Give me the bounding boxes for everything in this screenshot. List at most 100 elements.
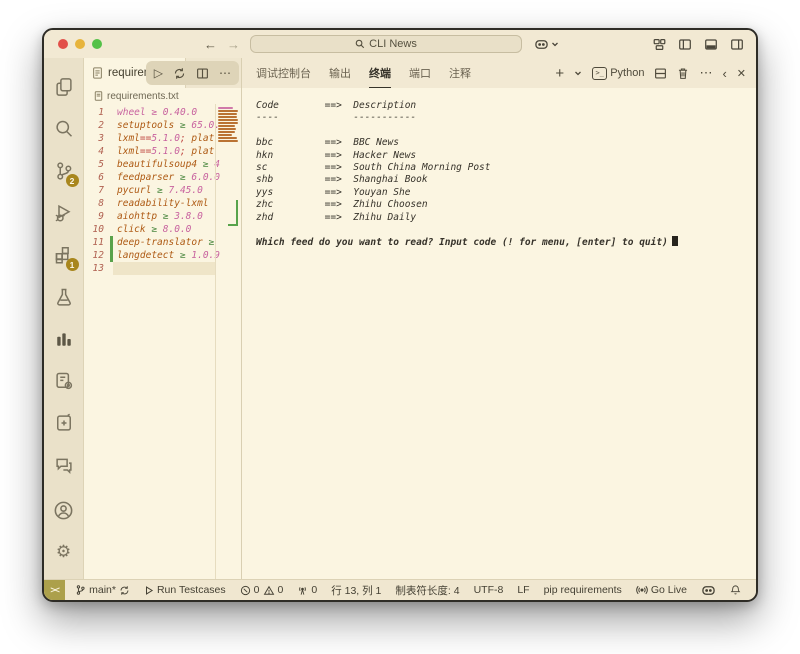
more-actions-button[interactable]: ⋯ xyxy=(219,66,231,80)
file-gear-icon xyxy=(54,371,74,391)
code-editor[interactable]: 1wheel ≥ 0.40.02setuptools ≥ 65.0.3lxml=… xyxy=(84,104,241,579)
chevron-down-icon xyxy=(551,40,559,48)
tab-terminal[interactable]: 终端 xyxy=(369,58,391,88)
tab-output[interactable]: 输出 xyxy=(329,58,351,88)
cursor-position-status[interactable]: 行 13, 列 1 xyxy=(324,583,388,598)
line-number[interactable]: 10 xyxy=(84,223,110,236)
navigate-forward-button[interactable]: → xyxy=(227,37,240,52)
chat-bubbles-icon xyxy=(54,455,74,475)
sidebar-item-extensions[interactable]: 1 xyxy=(44,234,84,276)
terminal-cursor xyxy=(672,236,678,246)
close-window-button[interactable] xyxy=(58,39,68,49)
breadcrumb[interactable]: requirements.txt xyxy=(84,88,241,104)
sidebar-item-file-add[interactable] xyxy=(44,402,84,444)
terminal-type-label: Python xyxy=(610,67,644,79)
vscode-window: ← → CLI News xyxy=(42,28,758,602)
run-loop-icon[interactable] xyxy=(173,67,186,80)
bell-icon xyxy=(730,584,741,596)
more-actions-button[interactable]: ⋯ xyxy=(699,65,712,81)
terminal-type-selector[interactable]: >_ Python xyxy=(592,67,644,80)
run-testcases-button[interactable]: Run Testcases xyxy=(137,584,233,596)
kill-terminal-trash-icon[interactable] xyxy=(677,67,689,80)
play-icon xyxy=(144,585,154,596)
copilot-status[interactable] xyxy=(694,584,723,597)
copilot-menu[interactable] xyxy=(534,38,559,51)
ports-count: 0 xyxy=(311,584,317,596)
sidebar-item-file-settings[interactable] xyxy=(44,360,84,402)
close-panel-button[interactable]: ✕ xyxy=(737,67,746,80)
line-number[interactable]: 4 xyxy=(84,145,110,158)
file-plus-icon xyxy=(54,413,74,433)
error-icon xyxy=(240,585,251,596)
chevron-down-icon[interactable] xyxy=(574,69,582,77)
line-number[interactable]: 13 xyxy=(84,262,110,275)
breadcrumb-file: requirements.txt xyxy=(107,91,179,102)
gear-icon: ⚙ xyxy=(56,542,71,562)
encoding-status[interactable]: UTF-8 xyxy=(467,584,511,596)
tab-ports[interactable]: 端口 xyxy=(409,58,431,88)
split-terminal-icon[interactable] xyxy=(654,67,667,80)
line-number[interactable]: 11 xyxy=(84,236,110,249)
notifications-button[interactable] xyxy=(723,584,748,596)
line-number[interactable]: 2 xyxy=(84,119,110,132)
navigate-back-button[interactable]: ← xyxy=(204,37,217,52)
line-number[interactable]: 6 xyxy=(84,171,110,184)
sidebar-item-explorer[interactable] xyxy=(44,66,84,108)
extensions-badge: 1 xyxy=(66,258,79,271)
run-testcases-label: Run Testcases xyxy=(157,584,226,596)
error-count: 0 xyxy=(254,584,260,596)
line-number[interactable]: 1 xyxy=(84,106,110,119)
panel-header: 调试控制台 输出 终端 端口 注释 + >_ Python ⋯ ‹ xyxy=(242,58,756,88)
copilot-icon xyxy=(534,38,549,51)
minimap-bars xyxy=(218,107,239,142)
line-number[interactable]: 8 xyxy=(84,197,110,210)
toggle-panel-icon[interactable] xyxy=(704,38,718,51)
git-branch-status[interactable]: main* xyxy=(68,584,137,596)
indentation-status[interactable]: 制表符长度: 4 xyxy=(388,583,466,598)
run-file-button[interactable]: ▷ xyxy=(154,66,163,80)
remote-indicator[interactable]: >< xyxy=(44,580,65,600)
minimap-git-marker xyxy=(236,200,238,226)
minimap[interactable] xyxy=(215,104,241,579)
sync-icon xyxy=(119,585,130,596)
minimize-window-button[interactable] xyxy=(75,39,85,49)
go-live-button[interactable]: Go Live xyxy=(629,584,694,596)
editor-actions-toolbar: ▷ ⋯ xyxy=(146,61,239,85)
sidebar-item-source-control[interactable]: 2 xyxy=(44,150,84,192)
toggle-sidebar-right-icon[interactable] xyxy=(730,38,744,51)
file-icon xyxy=(92,67,103,79)
search-icon xyxy=(54,119,74,139)
tab-comments[interactable]: 注释 xyxy=(449,58,471,88)
tab-debug-console[interactable]: 调试控制台 xyxy=(256,58,311,88)
command-center-search[interactable]: CLI News xyxy=(250,35,522,53)
problems-status[interactable]: 0 0 xyxy=(233,584,291,596)
traffic-lights xyxy=(58,39,102,49)
line-number[interactable]: 12 xyxy=(84,249,110,262)
line-number[interactable]: 9 xyxy=(84,210,110,223)
sidebar-item-comments[interactable] xyxy=(44,444,84,486)
zoom-window-button[interactable] xyxy=(92,39,102,49)
terminal-view[interactable]: Code ==> Description ---- ----------- bb… xyxy=(242,88,756,579)
sidebar-item-chart[interactable] xyxy=(44,318,84,360)
radio-tower-icon xyxy=(297,585,308,596)
account-button[interactable] xyxy=(44,489,84,531)
line-number[interactable]: 7 xyxy=(84,184,110,197)
code-text xyxy=(113,262,215,275)
new-terminal-button[interactable]: + xyxy=(555,65,564,82)
sidebar-item-search[interactable] xyxy=(44,108,84,150)
line-number[interactable]: 3 xyxy=(84,132,110,145)
language-mode-status[interactable]: pip requirements xyxy=(537,584,629,596)
settings-button[interactable]: ⚙ xyxy=(44,531,84,573)
toggle-sidebar-left-icon[interactable] xyxy=(678,38,692,51)
line-number[interactable]: 5 xyxy=(84,158,110,171)
maximize-panel-button[interactable]: ‹ xyxy=(722,66,726,81)
customize-layout-icon[interactable] xyxy=(653,38,666,51)
sidebar-item-run-debug[interactable] xyxy=(44,192,84,234)
split-editor-icon[interactable] xyxy=(196,67,209,80)
eol-status[interactable]: LF xyxy=(510,584,536,596)
branch-icon xyxy=(75,584,86,596)
sidebar-item-testing[interactable] xyxy=(44,276,84,318)
warning-count: 0 xyxy=(278,584,284,596)
account-icon xyxy=(53,500,74,521)
ports-status[interactable]: 0 xyxy=(290,584,324,596)
